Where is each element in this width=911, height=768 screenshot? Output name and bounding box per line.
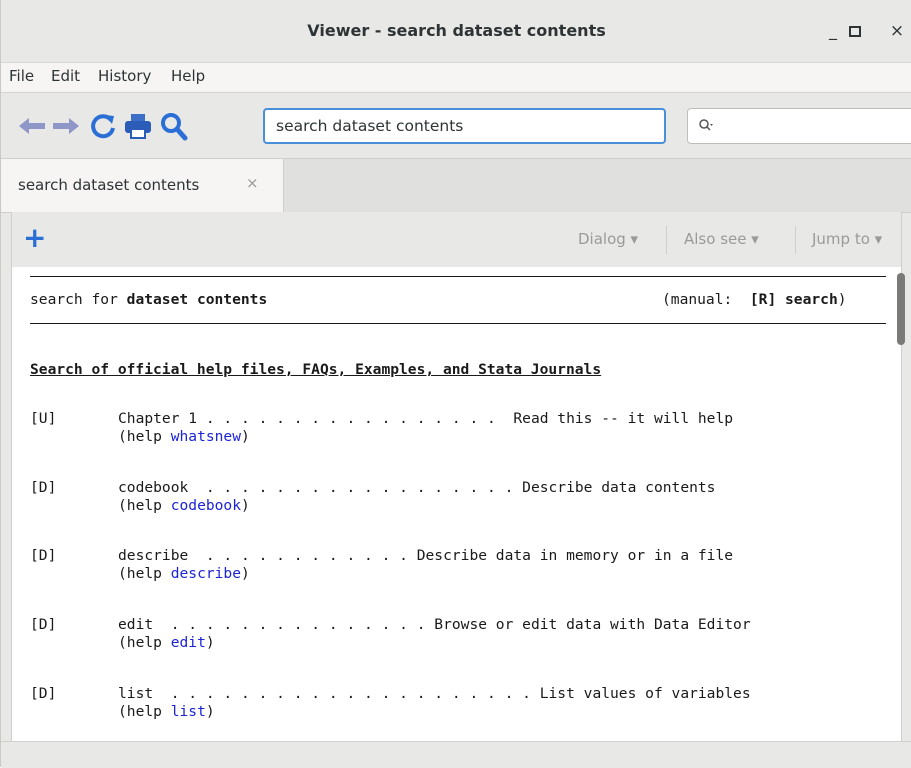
- vertical-scrollbar[interactable]: [897, 273, 905, 739]
- entry-tag: [D]: [30, 685, 57, 702]
- search-field[interactable]: [687, 108, 911, 144]
- scrollbar-thumb[interactable]: [897, 273, 905, 345]
- entry-help: (help codebook): [118, 497, 250, 515]
- search-term: dataset contents: [126, 291, 268, 308]
- also-see-dropdown[interactable]: Also see ▾: [684, 230, 759, 248]
- close-button[interactable]: ×: [885, 19, 909, 43]
- maximize-button[interactable]: [843, 19, 867, 43]
- help-link-list[interactable]: list: [171, 703, 206, 720]
- entry-title: list . . . . . . . . . . . . . . . . . .…: [118, 685, 751, 702]
- help-content: search for dataset contents (manual: [R]…: [11, 267, 902, 741]
- help-prefix: (help: [118, 565, 171, 582]
- help-link-edit[interactable]: edit: [171, 634, 206, 651]
- address-input[interactable]: search dataset contents: [263, 108, 666, 144]
- title-bar: Viewer - search dataset contents _ ×: [1, 0, 911, 62]
- manual-prefix: (manual:: [662, 291, 750, 308]
- rule-bottom: [30, 323, 886, 324]
- help-suffix: ): [241, 497, 250, 514]
- viewer-window: Viewer - search dataset contents _ × Fil…: [0, 0, 911, 768]
- toolbar: search dataset contents: [1, 92, 911, 159]
- refresh-icon[interactable]: [87, 110, 119, 142]
- help-suffix: ): [205, 703, 215, 720]
- manual-suffix: ): [837, 291, 847, 308]
- help-link-describe[interactable]: describe: [171, 565, 241, 582]
- document-toolbar: + Dialog ▾ Also see ▾ Jump to ▾: [11, 212, 902, 267]
- menu-file[interactable]: File: [9, 67, 34, 85]
- entry-help: (help list): [118, 703, 215, 721]
- help-prefix: (help: [118, 703, 171, 720]
- entry-title: describe . . . . . . . . . . . . Describ…: [118, 547, 734, 564]
- help-link-codebook[interactable]: codebook: [171, 497, 241, 514]
- menu-edit[interactable]: Edit: [51, 67, 80, 85]
- help-suffix: ): [241, 565, 250, 582]
- status-bar: [1, 741, 911, 768]
- help-link-whatsnew[interactable]: whatsnew: [171, 428, 241, 445]
- entry-tag: [U]: [30, 410, 57, 427]
- entry-help: (help whatsnew): [118, 428, 250, 446]
- entry-tag: [D]: [30, 616, 57, 633]
- search-line: search for dataset contents: [30, 291, 267, 309]
- help-suffix: ): [241, 428, 250, 445]
- print-icon[interactable]: [122, 110, 154, 142]
- jump-to-dropdown[interactable]: Jump to ▾: [812, 230, 882, 248]
- tab-close-icon[interactable]: ×: [246, 174, 259, 192]
- help-prefix: (help: [118, 634, 171, 651]
- separator: [666, 226, 667, 254]
- minimize-button[interactable]: _: [821, 19, 845, 43]
- manual-ref-link[interactable]: [R] search: [750, 291, 838, 308]
- entry-help: (help describe): [118, 565, 250, 583]
- search-prefix: search for: [30, 291, 127, 308]
- entry-title: edit . . . . . . . . . . . . . . . Brows…: [118, 616, 751, 633]
- menu-help[interactable]: Help: [171, 67, 205, 85]
- add-icon[interactable]: +: [23, 221, 46, 254]
- tab-search-dataset-contents[interactable]: search dataset contents ×: [1, 159, 284, 212]
- dialog-dropdown[interactable]: Dialog ▾: [578, 230, 638, 248]
- menu-history[interactable]: History: [98, 67, 151, 85]
- search-icon[interactable]: [157, 110, 189, 142]
- tab-bar: search dataset contents ×: [1, 158, 911, 213]
- help-prefix: (help: [118, 497, 171, 514]
- separator: [795, 226, 796, 254]
- entry-title: Chapter 1 . . . . . . . . . . . . . . . …: [118, 410, 734, 427]
- manual-reference: (manual: [R] search): [662, 291, 847, 309]
- entry-tag: [D]: [30, 479, 57, 496]
- tab-label: search dataset contents: [18, 176, 200, 194]
- help-suffix: ): [205, 634, 215, 651]
- window-title: Viewer - search dataset contents: [307, 21, 606, 40]
- entry-title: codebook . . . . . . . . . . . . . . . .…: [118, 479, 716, 496]
- entry-tag: [D]: [30, 547, 57, 564]
- search-dropdown-icon[interactable]: [698, 118, 714, 138]
- entry-help: (help edit): [118, 634, 215, 652]
- forward-arrow-icon[interactable]: [50, 110, 82, 142]
- rule-top: [30, 276, 886, 277]
- help-prefix: (help: [118, 428, 171, 445]
- results-heading: Search of official help files, FAQs, Exa…: [30, 361, 602, 378]
- menu-bar: File Edit History Help: [1, 62, 911, 93]
- back-arrow-icon[interactable]: [16, 110, 48, 142]
